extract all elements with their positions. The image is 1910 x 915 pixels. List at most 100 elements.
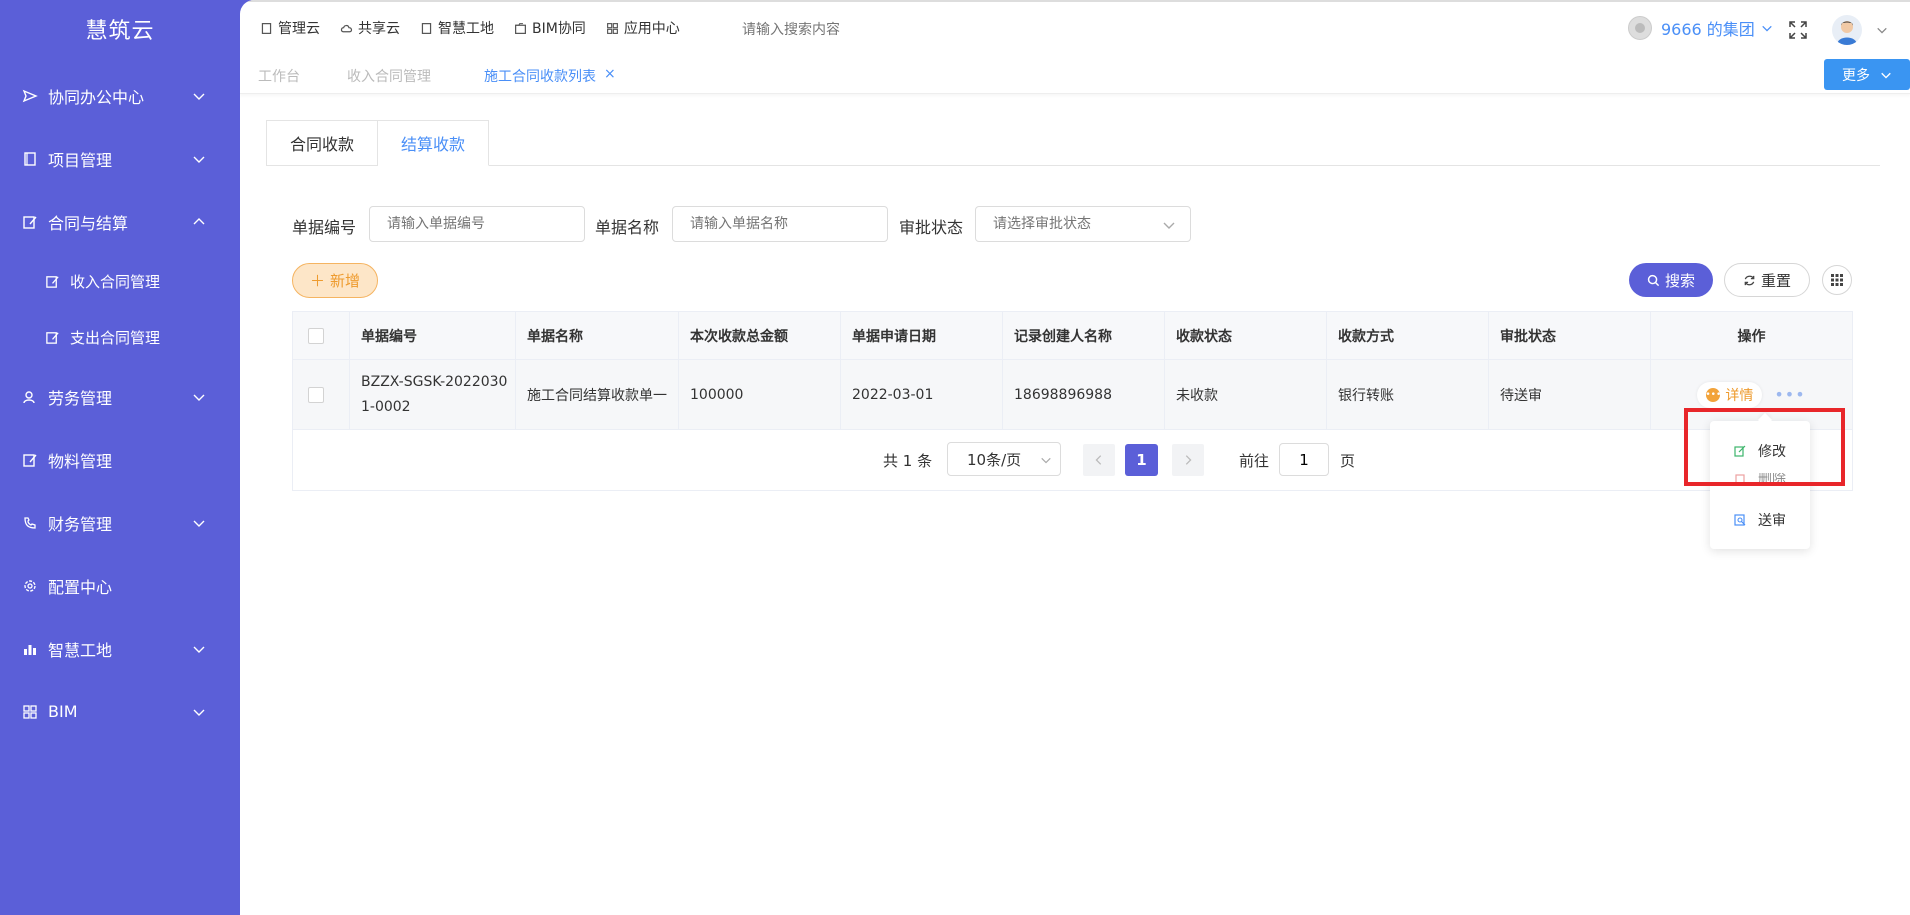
topnav-label: 应用中心 xyxy=(623,21,680,37)
grid-icon xyxy=(1831,274,1843,286)
sidebar-item-material[interactable]: 物料管理 xyxy=(0,428,240,491)
sidebar-subitem-label: 支出合同管理 xyxy=(70,328,161,347)
more-button[interactable]: 更多 xyxy=(1824,59,1910,90)
org-switcher[interactable]: 9666 的集团 xyxy=(1628,16,1773,40)
select-all-checkbox[interactable] xyxy=(308,327,324,344)
sidebar-subitem-income-contract[interactable]: 收入合同管理 xyxy=(0,253,240,309)
menu-item-label: 修改 xyxy=(1758,444,1786,460)
sidebar-item-project[interactable]: 项目管理 xyxy=(0,127,240,190)
chevron-up-icon xyxy=(193,217,205,224)
sidebar-item-label: 配置中心 xyxy=(48,577,113,597)
menu-item-edit[interactable]: 修改 xyxy=(1734,441,1786,461)
page-tab-income-contract[interactable]: 收入合同管理 xyxy=(347,66,431,86)
more-label: 更多 xyxy=(1842,67,1870,84)
user-avatar[interactable] xyxy=(1832,15,1862,45)
cloud-icon xyxy=(340,22,353,35)
close-icon[interactable]: × xyxy=(604,66,616,82)
topnav-item-bim-collab[interactable]: BIM协同 xyxy=(514,18,586,38)
prev-page-button[interactable] xyxy=(1083,444,1115,476)
page-tab-construction-receipts[interactable]: 施工合同收款列表 xyxy=(484,66,596,86)
topnav-item-share-cloud[interactable]: 共享云 xyxy=(340,18,400,38)
column-header: 操作 xyxy=(1737,328,1766,345)
edit-icon xyxy=(22,214,38,230)
sidebar-item-label: 物料管理 xyxy=(48,451,113,471)
topnav-label: 管理云 xyxy=(278,21,320,37)
sidebar-item-smart-site[interactable]: 智慧工地 xyxy=(0,617,240,680)
page-size-select[interactable]: 10条/页 xyxy=(947,442,1061,476)
sidebar-item-finance[interactable]: 财务管理 xyxy=(0,491,240,554)
org-name: 9666 的集团 xyxy=(1661,20,1755,39)
row-checkbox[interactable] xyxy=(308,386,324,403)
filter-status-select[interactable] xyxy=(975,206,1191,242)
page-tab-workbench[interactable]: 工作台 xyxy=(258,66,300,86)
book-icon xyxy=(420,22,433,35)
top-nav: 管理云 共享云 智慧工地 BIM协同 应用中心 xyxy=(260,18,700,38)
folder-icon xyxy=(514,22,527,35)
goto-page-input[interactable] xyxy=(1279,443,1329,476)
sidebar-item-bim[interactable]: BIM xyxy=(0,680,240,743)
tab-contract-receipts[interactable]: 合同收款 xyxy=(266,120,379,166)
chevron-right-icon xyxy=(1185,455,1192,465)
menu-item-label: 送审 xyxy=(1758,513,1786,529)
edit-icon xyxy=(1734,445,1746,457)
menu-item-delete[interactable]: 删除 xyxy=(1734,473,1786,483)
chevron-down-icon xyxy=(193,93,205,100)
tab-settlement-receipts[interactable]: 结算收款 xyxy=(378,120,490,166)
chevron-left-icon xyxy=(1095,455,1102,465)
column-settings-button[interactable] xyxy=(1822,265,1852,295)
search-label: 搜索 xyxy=(1664,271,1695,290)
subtabs: 合同收款 结算收款 xyxy=(266,120,490,166)
send-icon xyxy=(22,88,38,104)
chevron-down-icon xyxy=(1041,457,1051,464)
sidebar-item-collab-office[interactable]: 协同办公中心 xyxy=(0,64,240,127)
table-row: BZZX-SGSK-2022030 1-0002 施工合同结算收款单一 1000… xyxy=(293,360,1852,430)
reset-button[interactable]: 重置 xyxy=(1724,263,1810,297)
page-suffix-label: 页 xyxy=(1340,451,1356,470)
top-bar: 管理云 共享云 智慧工地 BIM协同 应用中心 9666 的集团 xyxy=(240,0,1910,56)
chevron-down-icon[interactable] xyxy=(1876,24,1888,36)
topnav-label: 共享云 xyxy=(358,21,400,37)
fullscreen-icon[interactable] xyxy=(1788,20,1808,40)
filter-code-input[interactable] xyxy=(369,206,585,242)
chevron-down-icon xyxy=(193,646,205,653)
menu-item-submit[interactable]: 送审 xyxy=(1734,510,1786,530)
sidebar-item-config[interactable]: 配置中心 xyxy=(0,554,240,617)
search-button[interactable]: 搜索 xyxy=(1629,263,1713,297)
next-page-button[interactable] xyxy=(1172,444,1204,476)
topnav-item-app-center[interactable]: 应用中心 xyxy=(606,18,680,38)
chevron-down-icon xyxy=(193,156,205,163)
filter-code-label: 单据编号 xyxy=(292,218,357,237)
detail-button[interactable]: ••• 详情 xyxy=(1697,381,1763,408)
search-icon xyxy=(1647,274,1660,286)
more-dots-icon: ••• xyxy=(1705,387,1722,402)
main-panel: 管理云 共享云 智慧工地 BIM协同 应用中心 9666 的集团 xyxy=(240,0,1910,915)
sidebar-subitem-expense-contract[interactable]: 支出合同管理 xyxy=(0,309,240,365)
plus-icon: ＋ xyxy=(309,272,325,290)
page-number-current[interactable]: 1 xyxy=(1125,444,1158,476)
add-button[interactable]: ＋ 新增 xyxy=(292,263,378,298)
sidebar-item-label: 合同与结算 xyxy=(48,213,129,233)
topnav-label: BIM协同 xyxy=(532,21,586,37)
sidebar-subitem-label: 收入合同管理 xyxy=(70,272,161,291)
row-more-menu[interactable]: ••• xyxy=(1774,385,1805,404)
sidebar-item-labor[interactable]: 劳务管理 xyxy=(0,365,240,428)
menu-item-label: 删除 xyxy=(1758,473,1786,483)
chevron-down-icon xyxy=(1762,25,1772,32)
sidebar-item-contract-settlement[interactable]: 合同与结算 xyxy=(0,190,240,253)
cell-pay-method: 银行转账 xyxy=(1327,360,1489,429)
topnav-item-management-cloud[interactable]: 管理云 xyxy=(260,18,320,38)
filter-name-input[interactable] xyxy=(672,206,888,242)
cell-pay-status: 未收款 xyxy=(1165,360,1327,429)
receipts-table: 单据编号 单据名称 本次收款总金额 单据申请日期 记录创建人名称 收款状态 收款… xyxy=(292,311,1853,491)
global-search-input[interactable] xyxy=(742,17,982,41)
sidebar-item-label: 财务管理 xyxy=(48,514,113,534)
column-header: 单据申请日期 xyxy=(841,312,1003,359)
topnav-item-smart-site[interactable]: 智慧工地 xyxy=(420,18,494,38)
chevron-down-icon xyxy=(193,394,205,401)
trash-icon xyxy=(1734,473,1746,483)
column-header: 单据名称 xyxy=(516,312,679,359)
column-header: 单据编号 xyxy=(350,312,516,359)
column-header: 本次收款总金额 xyxy=(679,312,841,359)
add-label: 新增 xyxy=(330,272,361,290)
column-header: 收款状态 xyxy=(1165,312,1327,359)
